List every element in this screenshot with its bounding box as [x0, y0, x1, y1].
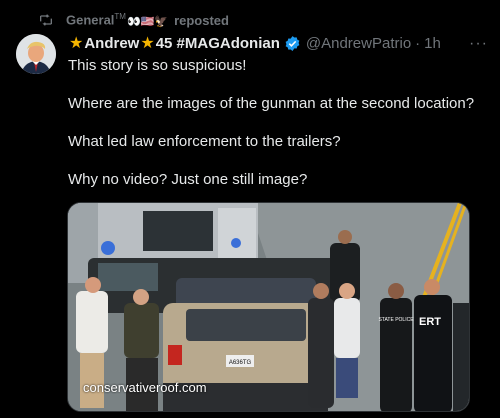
star-icon: ★: [140, 35, 155, 52]
author-name-rest: 45 #MAGAdonian: [155, 34, 280, 52]
tweet-line: What led law enforcement to the trailers…: [68, 133, 341, 150]
vest-label-state-police: STATE POLICE: [378, 317, 414, 323]
verified-badge-icon: [285, 35, 300, 51]
author-name[interactable]: ★ Andrew ★ 45 #MAGAdonian: [68, 33, 280, 53]
timestamp[interactable]: 1h: [424, 35, 441, 52]
tm-mark: TM: [114, 12, 126, 22]
tweet-header: ★ Andrew ★ 45 #MAGAdonian @AndrewPatrio …: [68, 33, 488, 53]
star-icon: ★: [69, 35, 84, 52]
repost-label: reposted: [174, 12, 229, 28]
repost-user[interactable]: GeneralTM👀🇺🇸🦅: [66, 12, 168, 27]
avatar-image: [16, 34, 56, 74]
tweet-media-image[interactable]: A636TG STATE POLICE ERT conservativeroof…: [67, 202, 470, 412]
author-handle[interactable]: @AndrewPatrio: [306, 35, 411, 52]
repost-icon: [40, 14, 52, 26]
repost-context: GeneralTM👀🇺🇸🦅 reposted: [38, 11, 229, 29]
tweet-line: Why no video? Just one still image?: [68, 171, 308, 188]
tweet-line: Where are the images of the gunman at th…: [68, 95, 475, 112]
repost-emojis: 👀🇺🇸🦅: [126, 15, 169, 28]
image-watermark: conservativeroof.com: [83, 380, 207, 395]
tweet-line: This story is so suspicious!: [68, 57, 247, 74]
vest-label-ert: ERT: [419, 316, 441, 328]
separator-dot: ·: [415, 34, 421, 52]
license-plate: A636TG: [229, 360, 252, 366]
more-options-icon[interactable]: ···: [469, 35, 488, 53]
tweet-text: This story is so suspicious! Where are t…: [68, 56, 490, 208]
author-name-part: Andrew: [84, 34, 140, 52]
avatar[interactable]: [16, 34, 56, 74]
